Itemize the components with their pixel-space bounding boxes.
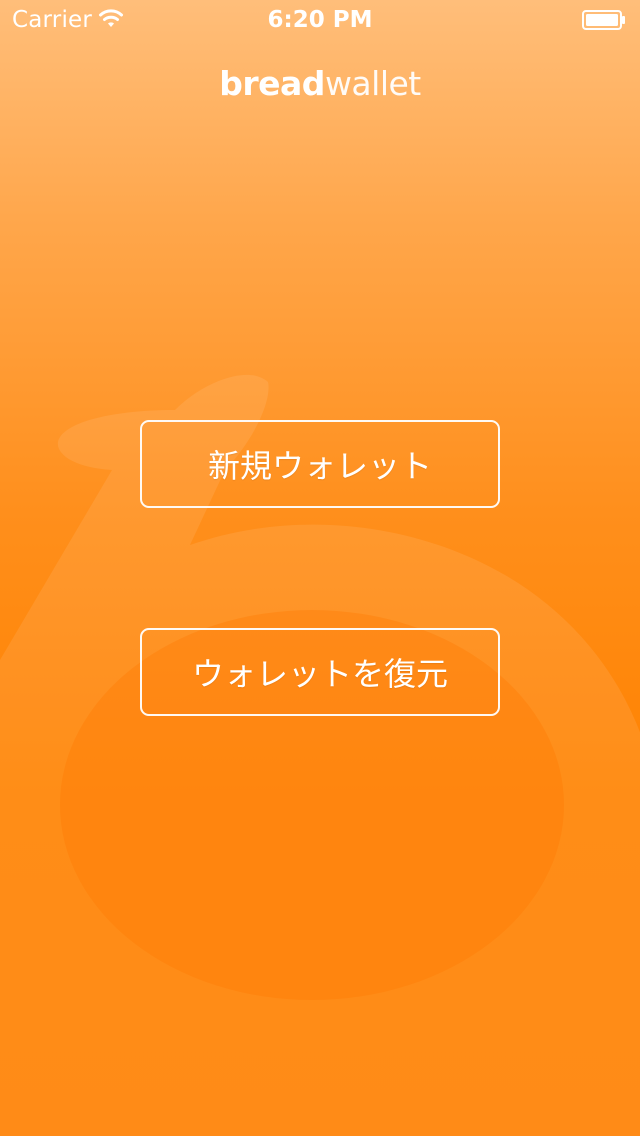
restore-wallet-button[interactable]: ウォレットを復元: [140, 628, 500, 716]
new-wallet-button[interactable]: 新規ウォレット: [140, 420, 500, 508]
logo-wallet-text: wallet: [324, 64, 421, 103]
status-bar: Carrier 6:20 PM: [0, 0, 640, 40]
logo-bread-text: bread: [219, 64, 325, 103]
breadwallet-logo: breadwallet: [0, 64, 640, 104]
background-b-logo-watermark: [0, 374, 640, 1136]
status-time: 6:20 PM: [267, 7, 373, 33]
battery-full-icon: [582, 10, 625, 30]
